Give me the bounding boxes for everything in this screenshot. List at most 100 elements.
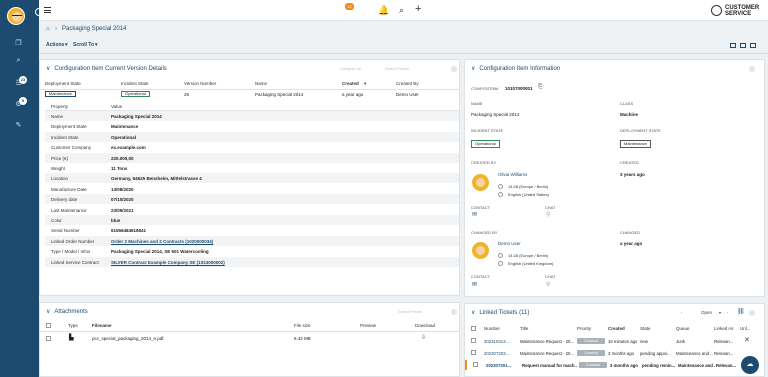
attachment-filename[interactable]: pcc_special_packaging_2014_e.pdf <box>92 336 164 341</box>
download-icon[interactable]: ⇩ <box>421 334 426 341</box>
plus-icon[interactable]: + <box>415 3 421 15</box>
col-state[interactable]: State <box>640 326 651 331</box>
collapse-all-button[interactable]: Collapse All <box>340 66 361 71</box>
changer-time: 14:28 (Europe / Berlin) <box>508 253 549 258</box>
ticket-number[interactable]: 202307201... <box>486 363 511 368</box>
gear-icon[interactable] <box>451 309 457 315</box>
select-all-checkbox[interactable] <box>46 323 51 328</box>
col-filename[interactable]: Filename <box>92 323 112 328</box>
ticket-state: new <box>640 339 648 344</box>
property-key: Manufacture Date <box>51 186 87 192</box>
property-key: Linked Service Contract <box>51 259 99 265</box>
property-value: Operational <box>111 134 137 140</box>
select-preset-dropdown[interactable]: Select Preset <box>398 309 422 314</box>
layout-icon[interactable] <box>740 43 746 48</box>
copy-icon[interactable]: ⎘ <box>538 84 543 91</box>
panel-title[interactable]: ∨ Configuration Item Information <box>471 65 560 72</box>
col-queue[interactable]: Queue <box>676 326 690 331</box>
chat-icon[interactable]: ⚲ <box>546 211 550 218</box>
property-value[interactable]: SILVER Contract Example Company SE (1024… <box>111 260 225 265</box>
table-row[interactable]: 202307203... Maintenance Request - 20... 3… <box>465 348 763 358</box>
home-icon[interactable]: ⌂ <box>46 26 50 32</box>
ticket-created: 10 minutes ago <box>608 339 638 344</box>
sort-icon[interactable]: ▾ <box>364 81 366 87</box>
prev-page-icon[interactable]: ‹ <box>681 310 682 315</box>
version-created-by: Demo User <box>396 92 419 97</box>
select-preset-dropdown[interactable]: Select Preset <box>385 66 409 71</box>
creator-avatar <box>472 174 489 191</box>
gear-icon[interactable] <box>451 66 457 72</box>
changer-avatar <box>472 242 489 259</box>
ticket-linked-as: Relevan... <box>714 351 734 356</box>
mail-icon[interactable]: ✉ <box>472 211 477 218</box>
brand-line2: SERVICE <box>725 11 752 17</box>
changer-name[interactable]: Demo User <box>498 241 521 246</box>
menu-icon[interactable] <box>44 7 51 13</box>
open-filter[interactable]: Open <box>701 310 712 315</box>
layout-icon[interactable] <box>750 43 756 48</box>
chat-fab-button[interactable]: ☁ <box>741 356 759 374</box>
property-row: Incident State Operational <box>45 131 459 142</box>
property-key: Weight <box>51 166 65 171</box>
row-checkbox[interactable] <box>471 338 476 343</box>
row-checkbox[interactable] <box>473 362 478 367</box>
col-name[interactable]: Name <box>255 81 267 86</box>
col-preview[interactable]: Preview <box>360 323 376 328</box>
property-value: 07/10/2020 <box>111 197 134 203</box>
col-download[interactable]: Download <box>415 323 435 328</box>
gear-icon[interactable] <box>749 310 755 316</box>
property-value: Packaging Special 2014 <box>111 114 162 119</box>
reports-icon[interactable]: ✎ <box>14 122 23 129</box>
col-created[interactable]: Created <box>608 326 625 331</box>
scroll-to-menu[interactable]: Scroll To <box>73 42 94 48</box>
panel-title[interactable]: ∨ Linked Tickets (11) <box>471 309 529 316</box>
row-checkbox[interactable] <box>471 350 476 355</box>
gear-icon[interactable] <box>749 66 755 72</box>
search-icon[interactable]: ⌕ <box>399 5 404 16</box>
panel-title[interactable]: ∨ Configuration Item Current Version Deta… <box>46 65 167 72</box>
ticket-state: pending remin... <box>642 363 676 368</box>
row-checkbox[interactable] <box>46 336 51 341</box>
top-bar: 🔔 ⌕ + CUSTOMER SERVICE <box>39 0 768 21</box>
unlink-icon[interactable]: ✕ <box>744 336 750 344</box>
panel-title[interactable]: ∨ Attachments <box>46 308 88 315</box>
property-value[interactable]: Order 2 Machines and 2 Contracts (102000… <box>111 239 213 244</box>
property-row: Linked Order Number Order 2 Machines and … <box>45 235 459 246</box>
chevron-down-icon: ∨ <box>46 309 51 315</box>
col-size[interactable]: File size <box>294 323 311 328</box>
property-row: Name Packaging Special 2014 <box>45 111 459 121</box>
chat-icon[interactable]: ⚲ <box>546 281 550 288</box>
overview-icon[interactable]: ❐ <box>14 40 23 47</box>
layout-icon[interactable] <box>730 43 736 48</box>
creator-time: 14:28 (Europe / Berlin) <box>508 184 549 189</box>
name-value: Packaging Special 2014 <box>471 112 520 117</box>
col-deployment[interactable]: Deployment State <box>45 81 81 86</box>
col-unlink[interactable]: Unl... <box>740 326 751 331</box>
bell-icon[interactable]: 🔔 <box>378 5 389 16</box>
table-row[interactable]: 202307201... Request manual for mach... 3 … <box>465 360 763 370</box>
chevron-down-icon: ▾ <box>65 42 68 48</box>
col-version[interactable]: Version Number <box>184 81 216 86</box>
next-page-icon[interactable]: › <box>727 310 728 315</box>
link-icon[interactable]: ⛓ <box>737 308 745 315</box>
col-title[interactable]: Title <box>520 326 528 331</box>
actions-menu[interactable]: Actions <box>46 42 64 48</box>
col-number[interactable]: Number <box>484 326 500 331</box>
col-incident[interactable]: Incident State <box>121 81 149 86</box>
mail-icon[interactable]: ✉ <box>472 281 477 288</box>
deployment-state-badge: Maintenance <box>620 140 651 148</box>
user-avatar[interactable] <box>7 7 25 25</box>
col-created[interactable]: Created <box>342 81 359 86</box>
table-row[interactable]: 202310313... Maintenance Request - 20... 1… <box>465 336 763 346</box>
creator-name[interactable]: Olivia Williams <box>498 172 527 177</box>
col-linked-as[interactable]: Linked As <box>714 326 734 331</box>
ticket-number[interactable]: 202310313... <box>484 339 509 344</box>
col-created-by[interactable]: Created By <box>396 81 419 86</box>
chevron-down-icon[interactable]: ▾ <box>719 310 721 315</box>
property-row: Price (€) 220.000,00 <box>45 152 459 163</box>
select-all-checkbox[interactable] <box>471 326 476 331</box>
col-type[interactable]: Type <box>68 323 78 328</box>
ticket-number[interactable]: 202307203... <box>484 351 509 356</box>
col-priority[interactable]: Priority <box>577 326 591 331</box>
search-icon[interactable]: ⌕ <box>14 57 23 64</box>
